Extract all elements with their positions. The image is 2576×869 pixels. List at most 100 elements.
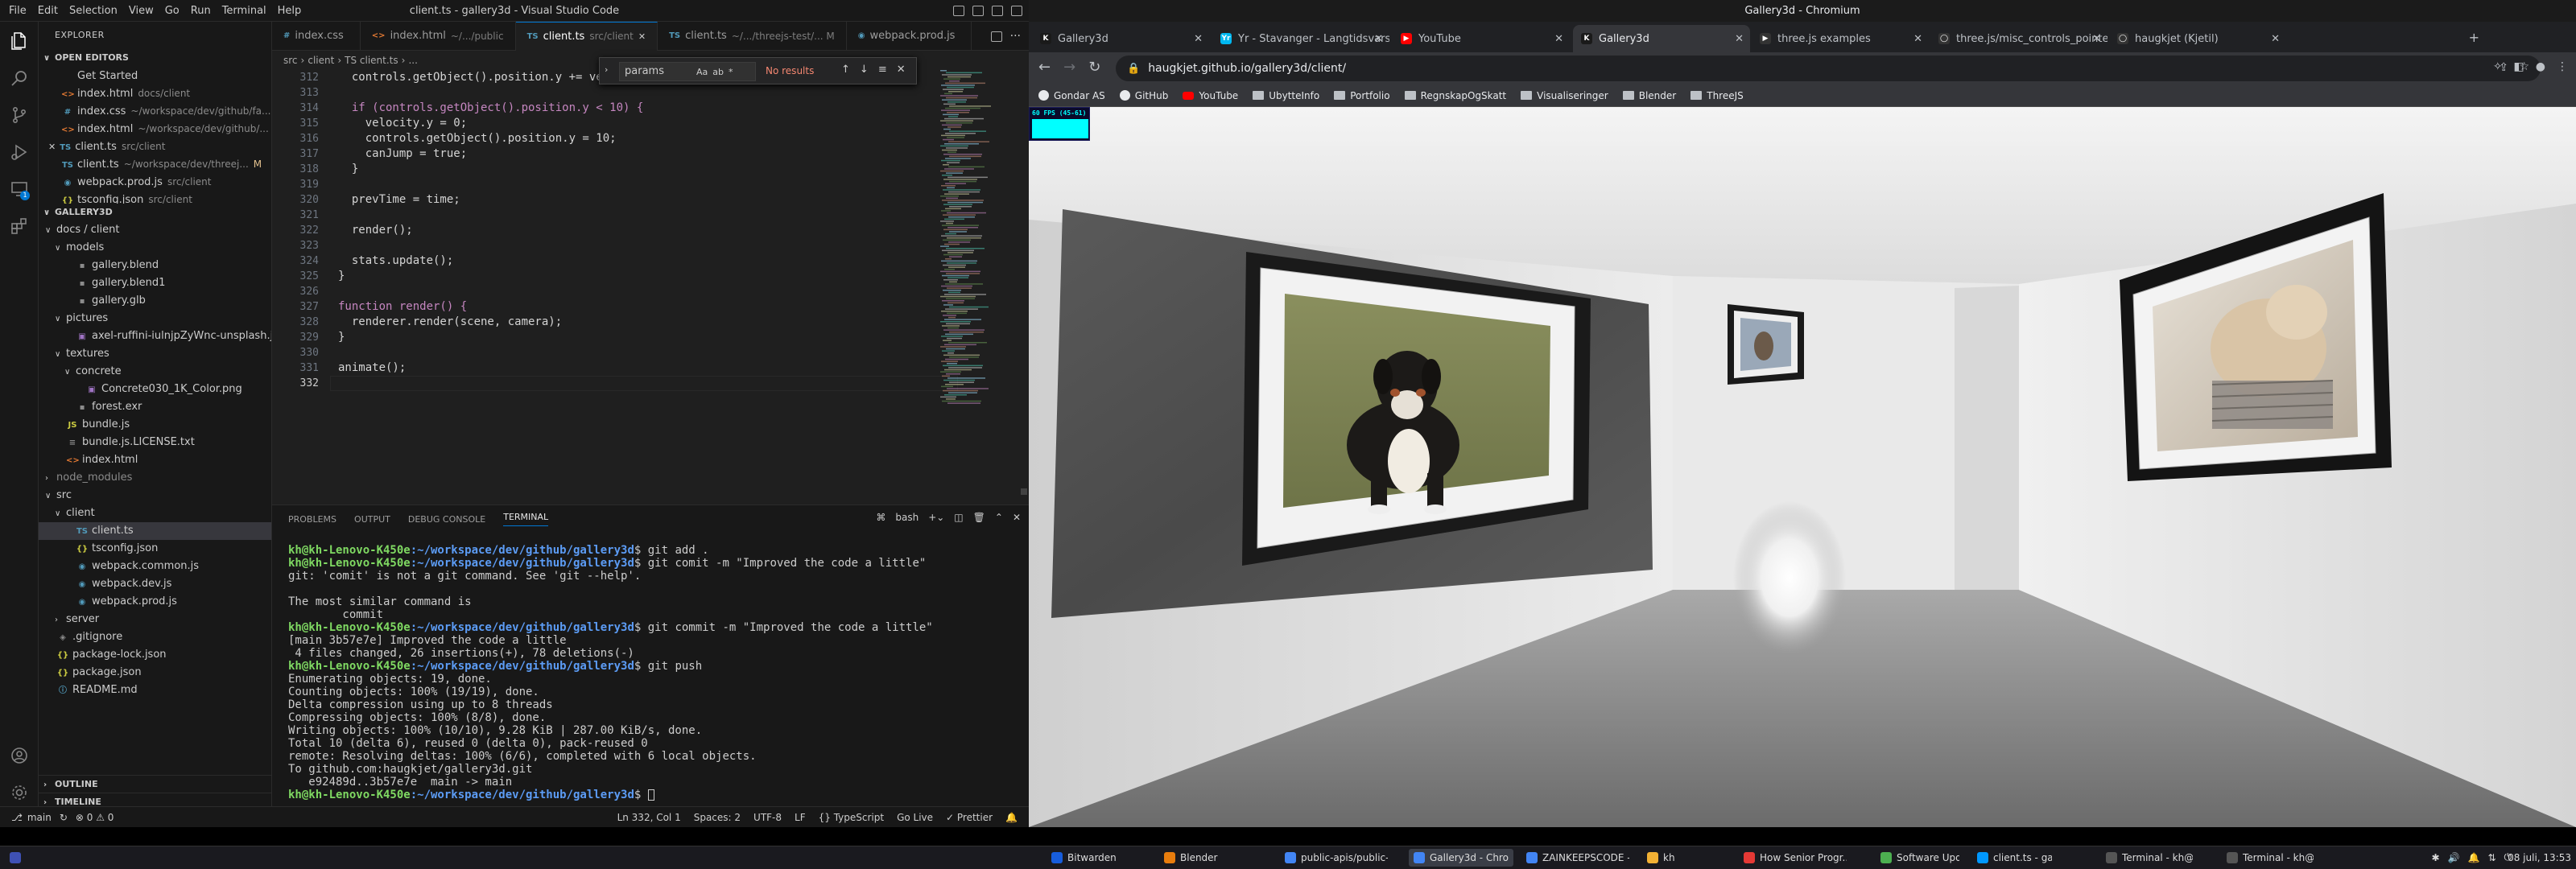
find-in-selection-icon[interactable]: ≡ [878, 64, 887, 76]
breadcrumb-item[interactable]: ... [408, 55, 417, 66]
find-input[interactable]: params [619, 62, 756, 81]
next-match-icon[interactable]: ↓ [860, 64, 869, 76]
cursor-position[interactable]: Ln 332, Col 1 [617, 812, 681, 823]
browser-tab[interactable]: ▶ YouTube ✕ [1393, 25, 1570, 52]
editor-tab[interactable]: ◉ webpack.prod.js [847, 21, 972, 51]
open-editor-item[interactable]: ✕ TS client.ts src/client [39, 138, 271, 155]
taskbar-item[interactable]: public-apis/public-... [1280, 849, 1393, 867]
minimap[interactable] [939, 70, 1019, 496]
bookmark-item[interactable]: RegnskapOgSkatt [1404, 90, 1506, 101]
taskbar-item[interactable]: client.ts - gallery3... [1972, 849, 2057, 867]
tree-file[interactable]: ▪ gallery.blend1 [39, 274, 271, 292]
browser-tab[interactable]: Yr Yr - Stavanger - Langtidsvarsel ✕ [1212, 25, 1389, 52]
extensions-icon[interactable] [10, 216, 29, 236]
prettier-status[interactable]: ✓ Prettier [946, 812, 993, 823]
tree-file[interactable]: ◉ webpack.dev.js [39, 575, 271, 593]
editor-tab[interactable]: <> index.html ~/.../public [361, 21, 516, 51]
browser-tab[interactable]: ◯ three.js/misc_controls_pointerl ✕ [1930, 25, 2107, 52]
toggle-sidebar-icon[interactable] [953, 6, 964, 16]
taskbar-item[interactable]: Blender [1159, 849, 1240, 867]
panel-tab-problems[interactable]: PROBLEMS [288, 514, 336, 525]
open-editor-item[interactable]: TS client.ts ~/workspace/dev/threej... M [39, 155, 271, 173]
tree-file[interactable]: TS client.ts [39, 522, 271, 540]
extensions-puzzle-icon[interactable]: ✧ [2493, 60, 2503, 73]
notifications-icon[interactable]: 🔔 [1005, 812, 1018, 823]
eol[interactable]: LF [795, 812, 806, 823]
breadcrumb-item[interactable]: client [308, 55, 334, 66]
tree-file[interactable]: ⓘ README.md [39, 682, 271, 699]
menu-file[interactable]: File [3, 0, 32, 22]
open-editor-item[interactable]: # index.css ~/workspace/dev/github/fa... [39, 102, 271, 120]
close-find-icon[interactable]: ✕ [897, 64, 906, 76]
indentation[interactable]: Spaces: 2 [694, 812, 741, 823]
tree-folder[interactable]: ∨ client [39, 505, 271, 522]
back-icon[interactable]: ← [1038, 59, 1051, 76]
fps-stats-panel[interactable]: 60 FPS (45-61) [1029, 107, 1090, 141]
close-editor-icon[interactable]: ✕ [48, 142, 56, 152]
bookmark-item[interactable]: GitHub [1119, 90, 1168, 101]
problems-count[interactable]: ⊗ 0 ⚠ 0 [76, 812, 114, 823]
open-editors-section[interactable]: ∨ OPEN EDITORS [39, 49, 271, 67]
tree-file[interactable]: ▪ gallery.glb [39, 292, 271, 310]
go-live-button[interactable]: Go Live [897, 812, 933, 823]
sync-icon[interactable]: ↻ [60, 812, 68, 823]
close-panel-icon[interactable]: ✕ [1013, 512, 1021, 523]
address-bar[interactable]: 🔒 haugkjet.github.io/gallery3d/client/ ⇪… [1116, 56, 2541, 81]
browser-tab[interactable]: K Gallery3d ✕ [1032, 25, 1209, 52]
browser-tab[interactable]: ▶ three.js examples ✕ [1752, 25, 1929, 52]
taskbar-item[interactable]: kh [1642, 849, 1690, 867]
maximize-panel-icon[interactable]: ⌃ [995, 512, 1003, 523]
remote-explorer-icon[interactable]: 1 [10, 179, 30, 200]
bookmark-item[interactable]: Visualiseringer [1521, 90, 1608, 101]
open-editor-item[interactable]: Get Started [39, 67, 271, 84]
menu-kebab-icon[interactable]: ⋮ [2557, 60, 2568, 73]
terminal-shell-label[interactable]: bash [895, 512, 919, 523]
close-tab-icon[interactable]: ✕ [1194, 33, 1203, 45]
bluetooth-icon[interactable]: ✱ [2431, 852, 2439, 863]
tree-file[interactable]: ≡ bundle.js.LICENSE.txt [39, 434, 271, 451]
close-tab-icon[interactable]: ✕ [1554, 33, 1563, 45]
customize-layout-icon[interactable] [1011, 6, 1022, 16]
site-info-icon[interactable]: 🔒 [1127, 63, 1140, 75]
code-editor[interactable]: controls.getObject().position.y += veloc… [338, 70, 918, 391]
tree-file[interactable]: ▣ Concrete030_1K_Color.png [39, 381, 271, 398]
taskbar-item[interactable]: How Senior Progr... [1739, 849, 1852, 867]
explorer-icon[interactable] [10, 31, 29, 51]
bookmark-item[interactable]: ThreeJS [1690, 90, 1744, 101]
web-page-viewport[interactable]: 60 FPS (45-61) [1029, 107, 2576, 827]
tree-folder[interactable]: ∨ concrete [39, 363, 271, 381]
open-editor-item[interactable]: <> index.html ~/workspace/dev/github/... [39, 120, 271, 138]
kill-terminal-icon[interactable]: 🗑 [973, 512, 985, 523]
branch-label[interactable]: main [27, 812, 52, 823]
open-editor-item[interactable]: {} tsconfig.json src/client [39, 191, 271, 204]
close-tab-icon[interactable]: ✕ [638, 31, 646, 42]
project-section[interactable]: ∨ GALLERY3D [39, 204, 271, 221]
editor-scrollbar[interactable] [1019, 70, 1029, 496]
panel-tab-terminal[interactable]: TERMINAL [503, 512, 549, 526]
match-case-toggle[interactable]: Aa [696, 67, 708, 77]
close-tab-icon[interactable]: ✕ [1913, 33, 1922, 45]
menu-terminal[interactable]: Terminal [217, 0, 272, 22]
url-text[interactable]: haugkjet.github.io/gallery3d/client/ [1148, 62, 1346, 75]
browser-tab[interactable]: ◯ haugkjet (Kjetil) ✕ [2109, 25, 2286, 52]
taskbar-item[interactable]: Software Updates [1876, 849, 1964, 867]
profile-icon[interactable]: ● [2536, 60, 2545, 73]
tree-file[interactable]: ▣ axel-ruffini-iulnjpZyWnc-unsplash.jpg [39, 327, 271, 345]
new-tab-button[interactable]: + [2469, 30, 2479, 45]
more-actions-icon[interactable]: ··· [1010, 30, 1021, 43]
bookmark-item[interactable]: Portfolio [1334, 90, 1390, 101]
breadcrumb-item[interactable]: TS client.ts [345, 55, 398, 66]
search-icon[interactable] [10, 68, 29, 88]
taskbar-item[interactable]: Terminal - kh@kh-... [2222, 849, 2318, 867]
toggle-panel-icon[interactable] [972, 6, 984, 16]
scrollbar-thumb[interactable] [1021, 488, 1027, 495]
notifications-tray-icon[interactable]: 🔔 [2467, 852, 2479, 863]
network-icon[interactable]: ⇅ [2487, 852, 2496, 863]
tree-file[interactable]: ◈ .gitignore [39, 628, 271, 646]
open-editor-item[interactable]: ◉ webpack.prod.js src/client [39, 173, 271, 191]
tree-file[interactable]: <> index.html [39, 451, 271, 469]
tree-file[interactable]: ▪ gallery.blend [39, 257, 271, 274]
browser-tab[interactable]: K Gallery3d ✕ [1573, 25, 1750, 52]
tree-folder[interactable]: ∨ models [39, 239, 271, 257]
remote-indicator-icon[interactable]: ⎇ [11, 812, 23, 823]
